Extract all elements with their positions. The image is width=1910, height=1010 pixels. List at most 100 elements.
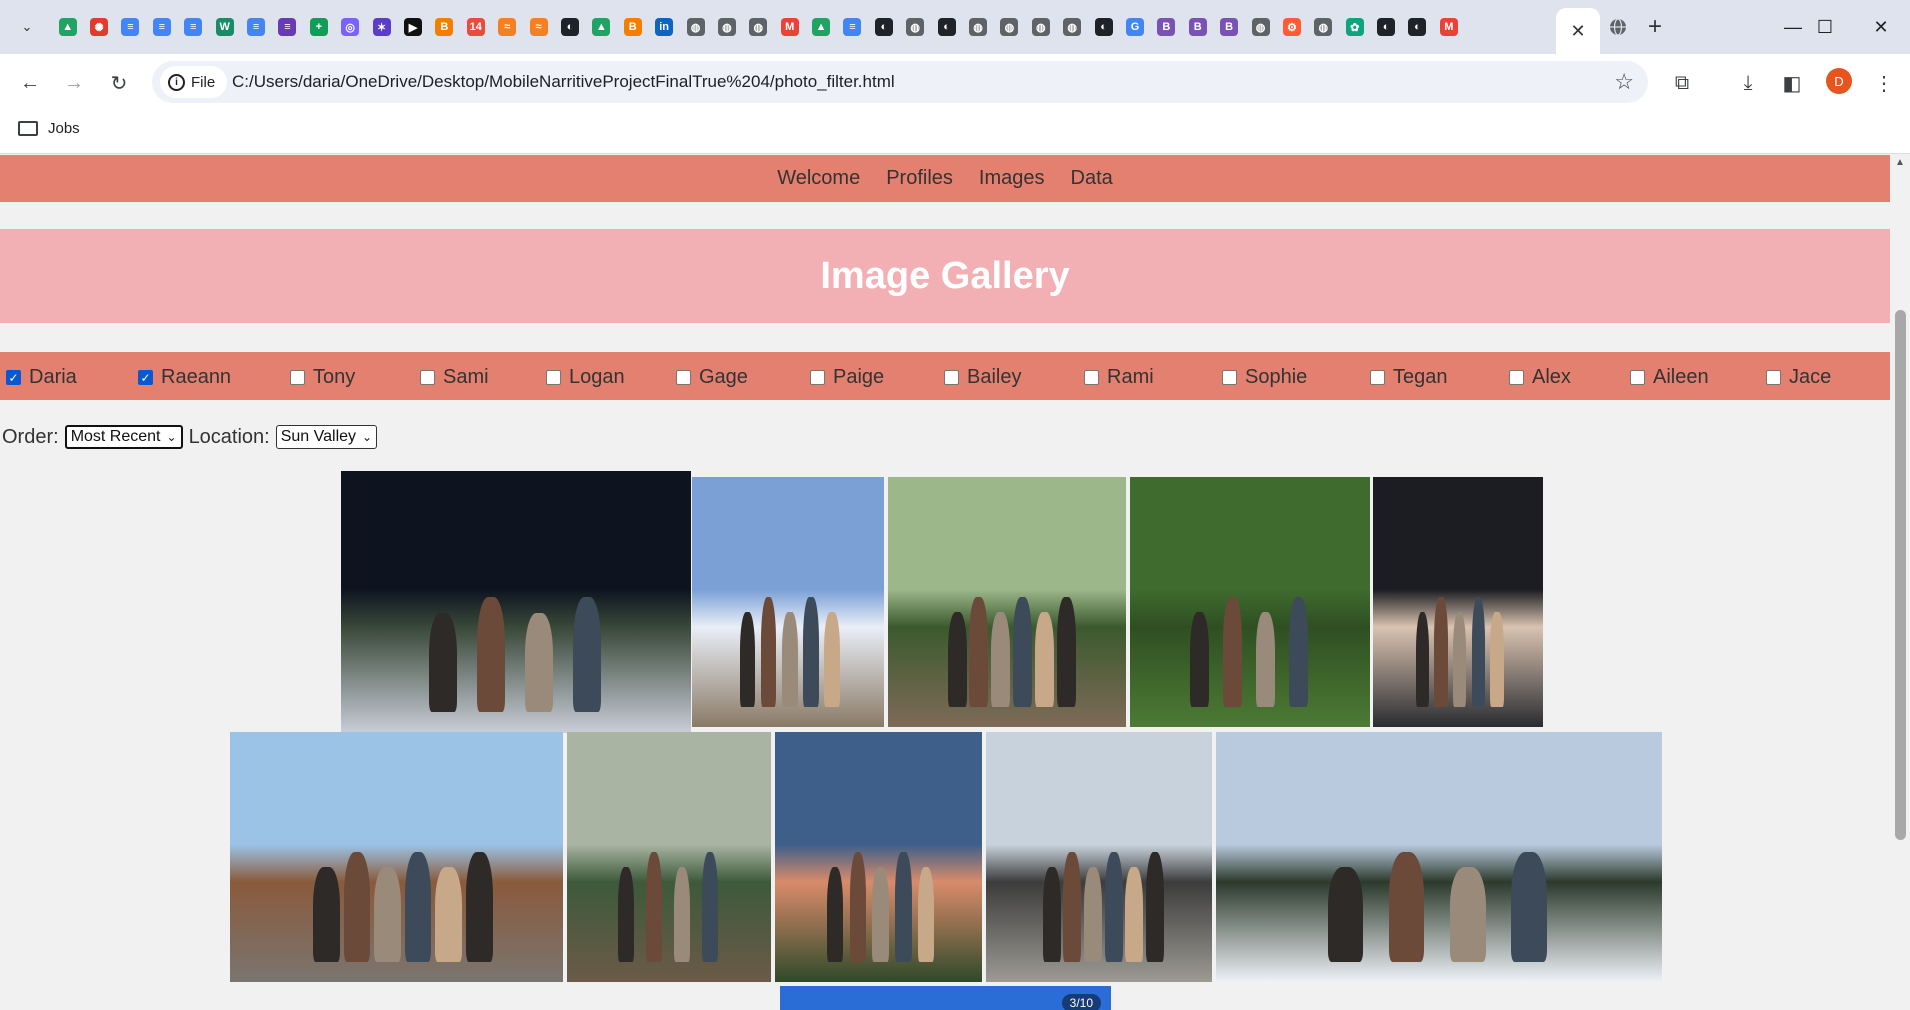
- checkbox[interactable]: [810, 370, 825, 385]
- tab[interactable]: ◍: [1245, 14, 1276, 40]
- tab[interactable]: B: [617, 14, 648, 40]
- extensions-icon[interactable]: ⧉: [1666, 67, 1698, 99]
- checkbox[interactable]: [1509, 370, 1524, 385]
- tab[interactable]: ◍: [743, 14, 774, 40]
- tab[interactable]: ▲: [586, 14, 617, 40]
- filter-sami[interactable]: Sami: [420, 366, 489, 389]
- gallery-photo-night-snow-group[interactable]: [341, 471, 691, 733]
- forward-button[interactable]: →: [58, 67, 90, 99]
- tab[interactable]: 14: [460, 14, 491, 40]
- checkbox[interactable]: [1630, 370, 1645, 385]
- tab[interactable]: ◍: [994, 14, 1025, 40]
- bookmark-star-icon[interactable]: ☆: [1614, 69, 1634, 95]
- tab[interactable]: ◐: [1402, 14, 1433, 40]
- gallery-photo-mountain-summit-group[interactable]: [692, 477, 884, 727]
- tab[interactable]: ✶: [366, 14, 397, 40]
- filter-bailey[interactable]: Bailey: [944, 366, 1021, 389]
- active-tab[interactable]: ✕: [1556, 8, 1600, 54]
- gallery-photo-marina-dock-group[interactable]: [986, 732, 1212, 982]
- tab[interactable]: ◐: [1088, 14, 1119, 40]
- checkbox[interactable]: [1222, 370, 1237, 385]
- tab[interactable]: ◍: [680, 14, 711, 40]
- tab[interactable]: ◍: [1057, 14, 1088, 40]
- gallery-photo-town-street-group[interactable]: [230, 732, 563, 982]
- filter-tony[interactable]: Tony: [290, 366, 355, 389]
- tab[interactable]: B: [1213, 14, 1244, 40]
- filter-tegan[interactable]: Tegan: [1370, 366, 1448, 389]
- tab[interactable]: ▲: [52, 14, 83, 40]
- tab[interactable]: G: [1119, 14, 1150, 40]
- menu-kebab-icon[interactable]: ⋮: [1868, 67, 1900, 99]
- tab-globe[interactable]: [1607, 16, 1629, 38]
- gallery-photo-snowy-mountain-group[interactable]: [1216, 732, 1662, 982]
- gallery-photo-green-hillside-group[interactable]: [1130, 477, 1370, 727]
- tab[interactable]: ◍: [1025, 14, 1056, 40]
- gallery-photo-blue-sky-partial[interactable]: 3/10: [780, 986, 1111, 1010]
- checkbox-checked[interactable]: ✓: [138, 370, 153, 385]
- checkbox-checked[interactable]: ✓: [6, 370, 21, 385]
- scroll-up-icon[interactable]: ▲: [1895, 157, 1905, 168]
- tab[interactable]: W: [209, 14, 240, 40]
- filter-jace[interactable]: Jace: [1766, 366, 1831, 389]
- tab[interactable]: ⚙: [1276, 14, 1307, 40]
- tab[interactable]: ≡: [115, 14, 146, 40]
- profile-avatar[interactable]: D: [1826, 68, 1852, 94]
- site-info-chip[interactable]: i File: [160, 66, 228, 98]
- filter-paige[interactable]: Paige: [810, 366, 884, 389]
- tab[interactable]: ◐: [868, 14, 899, 40]
- tab[interactable]: ≡: [178, 14, 209, 40]
- filter-daria[interactable]: ✓ Daria: [6, 366, 77, 389]
- checkbox[interactable]: [290, 370, 305, 385]
- address-bar[interactable]: i File C:/Users/daria/OneDrive/Desktop/M…: [152, 61, 1648, 103]
- tab[interactable]: ◍: [711, 14, 742, 40]
- filter-sophie[interactable]: Sophie: [1222, 366, 1307, 389]
- checkbox[interactable]: [1084, 370, 1099, 385]
- checkbox[interactable]: [420, 370, 435, 385]
- tab-search-button[interactable]: ⌄: [12, 12, 42, 42]
- filter-rami[interactable]: Rami: [1084, 366, 1154, 389]
- tab[interactable]: ◐: [931, 14, 962, 40]
- tab[interactable]: ◐: [1370, 14, 1401, 40]
- tab[interactable]: ◐: [554, 14, 585, 40]
- tab[interactable]: ✺: [83, 14, 114, 40]
- close-tab-icon[interactable]: ✕: [1570, 21, 1585, 42]
- url-text[interactable]: C:/Users/daria/OneDrive/Desktop/MobileNa…: [232, 72, 895, 92]
- tab[interactable]: ≡: [837, 14, 868, 40]
- filter-alex[interactable]: Alex: [1509, 366, 1571, 389]
- nav-profiles[interactable]: Profiles: [886, 167, 953, 190]
- tab[interactable]: ≈: [491, 14, 522, 40]
- checkbox[interactable]: [1766, 370, 1781, 385]
- tab[interactable]: ▶: [397, 14, 428, 40]
- side-panel-icon[interactable]: ◧: [1776, 67, 1808, 99]
- checkbox[interactable]: [1370, 370, 1385, 385]
- tab[interactable]: ◍: [962, 14, 993, 40]
- tab[interactable]: ◎: [335, 14, 366, 40]
- tab[interactable]: ◍: [900, 14, 931, 40]
- gallery-photo-forest-trail-group[interactable]: [888, 477, 1126, 727]
- maximize-button[interactable]: ☐: [1802, 10, 1848, 44]
- download-icon[interactable]: ⤓: [1732, 67, 1764, 99]
- page-scrollbar[interactable]: ▲: [1890, 155, 1910, 1010]
- checkbox[interactable]: [546, 370, 561, 385]
- nav-data[interactable]: Data: [1071, 167, 1113, 190]
- reload-button[interactable]: ↻: [103, 67, 135, 99]
- tab[interactable]: in: [648, 14, 679, 40]
- filter-raeann[interactable]: ✓ Raeann: [138, 366, 231, 389]
- tab[interactable]: ✿: [1339, 14, 1370, 40]
- order-select[interactable]: Most Recent ⌄: [64, 425, 183, 449]
- filter-logan[interactable]: Logan: [546, 366, 625, 389]
- tab[interactable]: ◍: [1308, 14, 1339, 40]
- tab[interactable]: ≈: [523, 14, 554, 40]
- tab[interactable]: B: [1182, 14, 1213, 40]
- tab[interactable]: M: [774, 14, 805, 40]
- tab[interactable]: B: [429, 14, 460, 40]
- back-button[interactable]: ←: [14, 67, 46, 99]
- tab[interactable]: +: [303, 14, 334, 40]
- filter-gage[interactable]: Gage: [676, 366, 748, 389]
- tab[interactable]: ≡: [272, 14, 303, 40]
- tab[interactable]: ▲: [805, 14, 836, 40]
- bookmark-jobs[interactable]: Jobs: [18, 120, 80, 137]
- location-select[interactable]: Sun Valley ⌄: [275, 425, 378, 449]
- gallery-photo-night-lake-group[interactable]: [1373, 477, 1543, 727]
- scroll-thumb[interactable]: [1895, 310, 1906, 840]
